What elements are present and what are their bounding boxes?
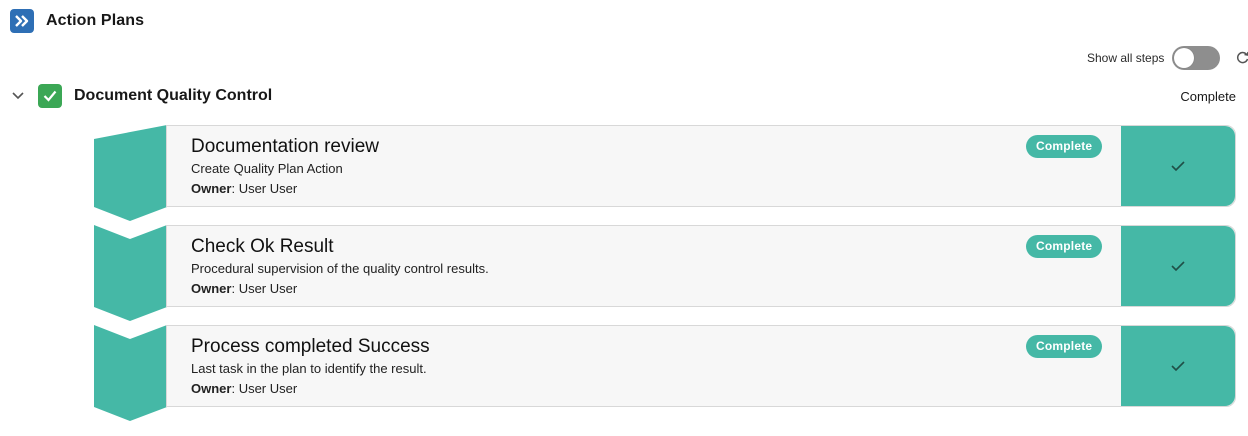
step-owner: Owner: User User	[191, 281, 297, 296]
step-owner: Owner: User User	[191, 381, 297, 396]
page-title: Action Plans	[46, 12, 145, 29]
step-complete-button[interactable]	[1121, 226, 1235, 306]
status-badge: Complete	[1026, 335, 1103, 358]
step-title[interactable]: Process completed Success	[191, 336, 430, 358]
step-description: Procedural supervision of the quality co…	[191, 261, 489, 276]
check-icon	[1171, 161, 1185, 172]
refresh-icon[interactable]	[1236, 50, 1248, 64]
app-header: Action Plans	[10, 8, 144, 34]
show-all-steps-control: Show all steps	[1087, 45, 1221, 71]
step-chevron-marker	[94, 325, 167, 421]
step-card[interactable]: Process completed Success Last task in t…	[166, 325, 1236, 407]
double-chevron-right-icon	[10, 9, 34, 33]
show-all-steps-label: Show all steps	[1087, 51, 1165, 65]
check-icon	[1171, 261, 1185, 272]
step-description: Last task in the plan to identify the re…	[191, 361, 427, 376]
step-complete-button[interactable]	[1121, 126, 1235, 206]
step-title[interactable]: Documentation review	[191, 136, 379, 158]
plan-header: Document Quality Control Complete	[8, 83, 1240, 109]
step-description: Create Quality Plan Action	[191, 161, 343, 176]
step-card[interactable]: Check Ok Result Procedural supervision o…	[166, 225, 1236, 307]
step-item[interactable]: Check Ok Result Procedural supervision o…	[94, 225, 1236, 321]
step-item[interactable]: Process completed Success Last task in t…	[94, 325, 1236, 421]
owner-label: Owner	[191, 281, 232, 296]
plan-status: Complete	[1180, 88, 1236, 104]
step-title[interactable]: Check Ok Result	[191, 236, 334, 258]
show-all-steps-toggle[interactable]	[1172, 46, 1221, 70]
plan-title[interactable]: Document Quality Control	[74, 87, 272, 105]
owner-value: : User User	[231, 181, 298, 196]
step-owner: Owner: User User	[191, 181, 297, 196]
owner-value: : User User	[231, 281, 298, 296]
plan-complete-checkbox	[38, 84, 62, 108]
owner-label: Owner	[191, 381, 232, 396]
owner-value: : User User	[231, 381, 298, 396]
step-item[interactable]: Documentation review Create Quality Plan…	[94, 125, 1236, 221]
step-card[interactable]: Documentation review Create Quality Plan…	[166, 125, 1236, 207]
owner-label: Owner	[191, 181, 232, 196]
check-icon	[1171, 361, 1185, 372]
chevron-down-icon[interactable]	[8, 86, 28, 106]
status-badge: Complete	[1026, 135, 1103, 158]
step-chevron-marker	[94, 125, 167, 221]
status-badge: Complete	[1026, 235, 1103, 258]
step-chevron-marker	[94, 225, 167, 321]
toggle-knob	[1174, 48, 1195, 68]
step-complete-button[interactable]	[1121, 326, 1235, 406]
